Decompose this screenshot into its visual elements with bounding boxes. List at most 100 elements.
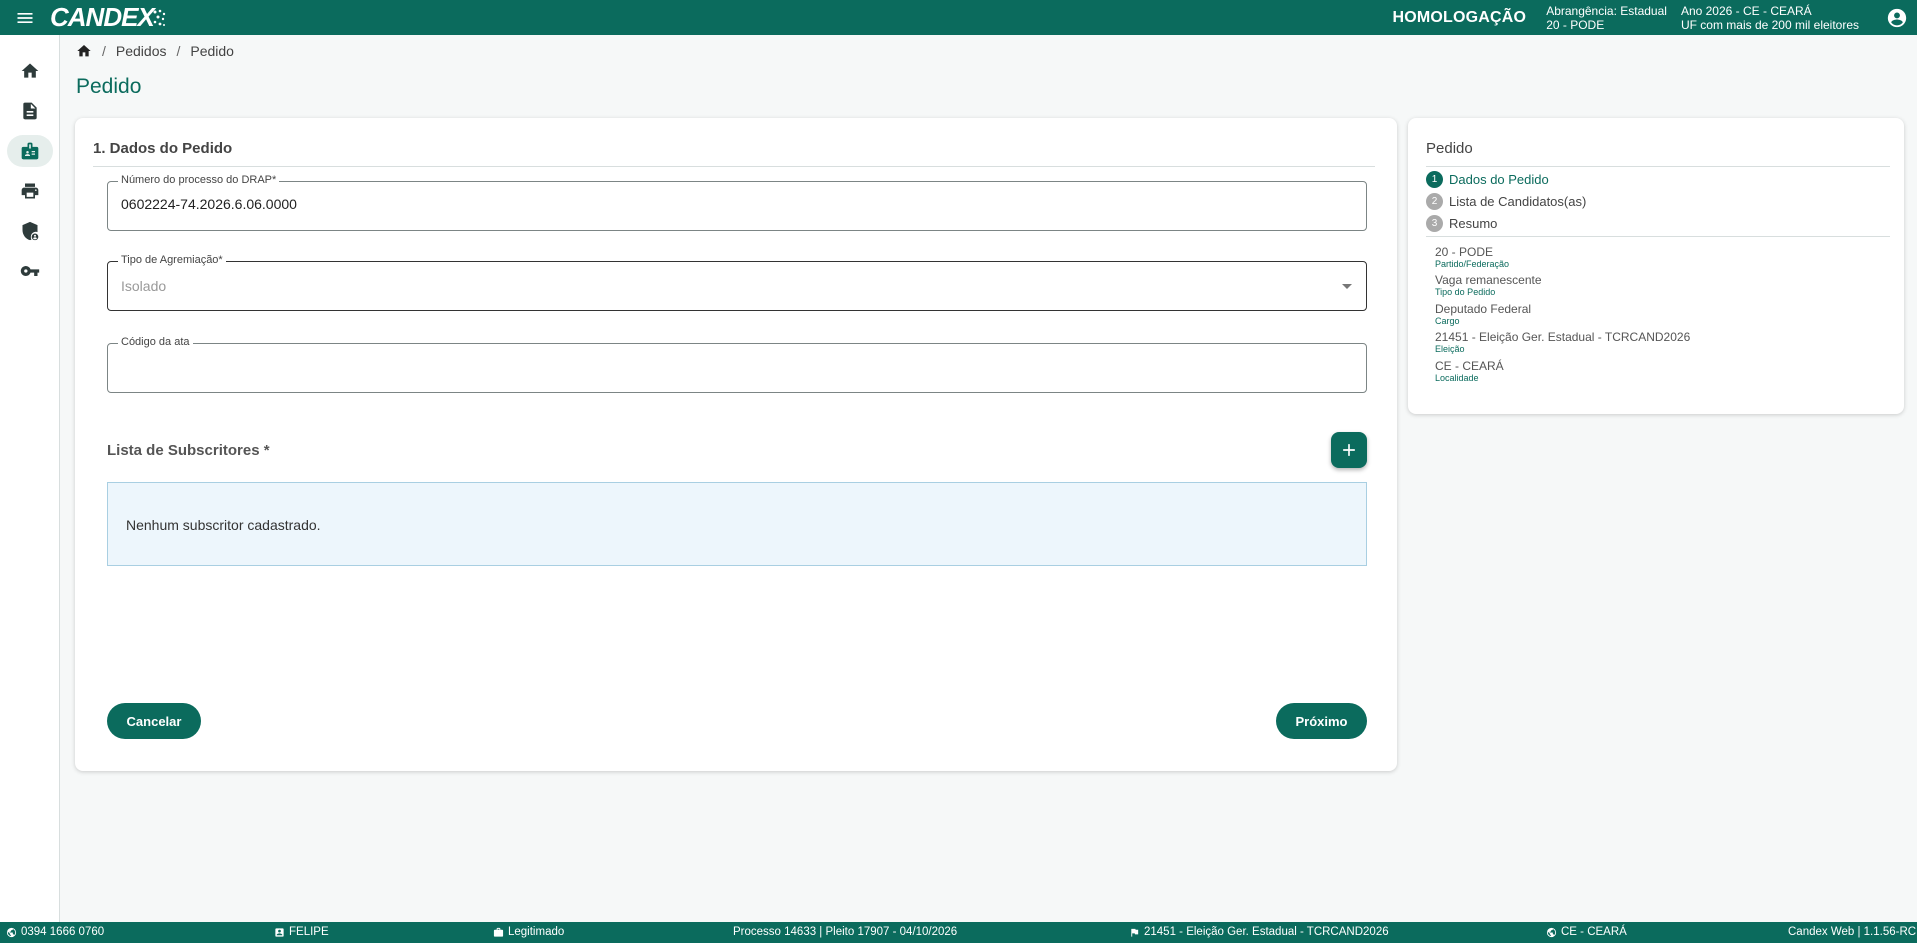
info-value: CE - CEARÁ — [1435, 359, 1504, 373]
flag-icon — [1131, 928, 1139, 937]
drap-input[interactable] — [121, 196, 1321, 212]
info-localidade: CE - CEARÁ Localidade — [1435, 359, 1504, 383]
globe-icon — [6, 927, 17, 937]
menu-button[interactable] — [0, 0, 50, 35]
abrangencia-info: Abrangência: Estadual 20 - PODE — [1546, 4, 1667, 32]
plus-icon — [1343, 444, 1355, 456]
pedido-form-card: 1. Dados do Pedido Número do processo do… — [75, 118, 1397, 771]
user-badge-icon — [275, 927, 284, 937]
info-key: Tipo do Pedido — [1435, 287, 1496, 297]
footer-phone: 0394 1666 0760 — [6, 926, 104, 938]
empty-message-text: Nenhum subscritor cadastrado. — [126, 517, 321, 533]
home-icon — [21, 63, 39, 78]
footer-eleicao: 21451 - Eleição Ger. Estadual - TCRCAND2… — [1129, 926, 1389, 938]
footer-user: FELIPE — [274, 926, 329, 938]
subscritores-empty-message: Nenhum subscritor cadastrado. — [107, 482, 1367, 566]
home-icon[interactable] — [76, 43, 92, 59]
footer-phone-text: 0394 1666 0760 — [21, 926, 105, 938]
footer-role-text: Legitimado — [508, 926, 565, 938]
document-icon — [23, 102, 37, 120]
info-key: Localidade — [1435, 373, 1479, 383]
tipo-agremiacao-select[interactable]: Tipo de Agremiação* Isolado — [107, 254, 1367, 311]
candex-logo[interactable]: CANDEX — [50, 2, 166, 33]
breadcrumb-pedidos[interactable]: Pedidos — [116, 43, 167, 59]
logo-text: CANDEX — [50, 2, 155, 32]
divider — [1426, 166, 1890, 167]
info-key: Cargo — [1435, 316, 1460, 326]
uf-line: UF com mais de 200 mil eleitores — [1680, 17, 1859, 32]
codigo-ata-field: Código da ata — [107, 336, 1367, 393]
logo-dots-icon — [153, 9, 165, 26]
divider — [1426, 236, 1890, 237]
cancel-button[interactable]: Cancelar — [107, 703, 201, 739]
drap-field: Número do processo do DRAP* — [107, 174, 1367, 231]
environment-label: HOMOLOGAÇÃO — [1392, 8, 1527, 26]
breadcrumb-current: Pedido — [190, 43, 234, 59]
info-cargo: Deputado Federal Cargo — [1435, 302, 1531, 326]
step-resumo[interactable]: 3 Resumo — [1426, 215, 1497, 232]
pedido-summary-card: Pedido 1 Dados do Pedido 2 Lista de Cand… — [1408, 118, 1904, 414]
info-key: Partido/Federação — [1435, 259, 1510, 269]
account-button[interactable] — [1877, 0, 1917, 35]
id-badge-icon — [21, 142, 39, 160]
footer-processo: Processo 14633 | Pleito 17907 - 04/10/20… — [733, 926, 957, 938]
footer-processo-text: Processo 14633 | Pleito 17907 - 04/10/20… — [733, 926, 958, 938]
breadcrumb-separator: / — [102, 43, 106, 59]
codigo-ata-input[interactable] — [121, 358, 1321, 374]
info-tipo-pedido: Vaga remanescente Tipo do Pedido — [1435, 273, 1542, 297]
shield-icon — [22, 221, 39, 241]
step-lista-candidatos[interactable]: 2 Lista de Candidatos(as) — [1426, 193, 1586, 210]
sidebar-item-pedidos[interactable] — [7, 135, 53, 167]
tipo-label: Tipo de Agremiação* — [118, 254, 226, 266]
info-value: Deputado Federal — [1435, 302, 1532, 316]
footer-local: CE - CEARÁ — [1546, 926, 1627, 938]
top-bar: CANDEX HOMOLOGAÇÃO Abrangência: Estadual… — [0, 0, 1917, 35]
key-icon — [20, 266, 40, 276]
drap-label: Número do processo do DRAP* — [118, 174, 280, 186]
section-title: 1. Dados do Pedido — [93, 140, 233, 157]
globe-icon — [1546, 927, 1557, 937]
footer-role: Legitimado — [493, 926, 564, 938]
breadcrumb-separator: / — [176, 43, 181, 59]
account-circle-icon — [1887, 8, 1907, 27]
subscritores-title: Lista de Subscritores * — [107, 442, 270, 459]
sidebar-item-security[interactable] — [7, 215, 53, 247]
step-number: 2 — [1426, 193, 1443, 210]
abrangencia-party: 20 - PODE — [1546, 17, 1605, 32]
sidebar-item-print[interactable] — [7, 175, 53, 207]
footer-user-text: FELIPE — [289, 926, 329, 938]
info-value: Vaga remanescente — [1435, 273, 1542, 287]
step-number: 3 — [1426, 215, 1443, 232]
info-eleicao: 21451 - Eleição Ger. Estadual - TCRCAND2… — [1435, 330, 1690, 354]
next-button[interactable]: Próximo — [1276, 703, 1367, 739]
step-label: Dados do Pedido — [1449, 172, 1549, 187]
sidebar-item-home[interactable] — [7, 55, 53, 87]
tipo-value: Isolado — [121, 278, 167, 294]
step-dados-pedido[interactable]: 1 Dados do Pedido — [1426, 171, 1549, 188]
info-value: 21451 - Eleição Ger. Estadual - TCRCAND2… — [1435, 330, 1691, 344]
briefcase-icon — [493, 927, 504, 937]
ano-line: Ano 2026 - CE - CEARÁ — [1680, 3, 1812, 18]
summary-title: Pedido — [1426, 140, 1473, 157]
ano-info: Ano 2026 - CE - CEARÁ UF com mais de 200… — [1681, 4, 1859, 32]
abrangencia-line: Abrangência: Estadual — [1546, 3, 1667, 18]
breadcrumb: / Pedidos / Pedido — [76, 43, 234, 59]
footer-eleicao-text: 21451 - Eleição Ger. Estadual - TCRCAND2… — [1144, 926, 1389, 938]
footer-version-text: Candex Web | 1.1.56-RC — [1788, 926, 1917, 938]
sidebar-item-documents[interactable] — [7, 95, 53, 127]
sidebar-item-access[interactable] — [7, 255, 53, 287]
sidebar — [0, 35, 60, 922]
menu-icon — [17, 12, 33, 23]
info-partido: 20 - PODE Partido/Federação — [1435, 245, 1509, 269]
printer-icon — [21, 183, 39, 199]
dropdown-arrow-icon — [1342, 284, 1352, 289]
page-title: Pedido — [76, 75, 142, 98]
add-subscritor-button[interactable] — [1331, 432, 1367, 468]
codigo-label: Código da ata — [118, 336, 193, 348]
info-value: 20 - PODE — [1435, 245, 1494, 259]
step-label: Resumo — [1449, 216, 1498, 231]
step-label: Lista de Candidatos(as) — [1449, 194, 1587, 209]
step-number: 1 — [1426, 171, 1443, 188]
divider — [93, 166, 1375, 167]
footer-local-text: CE - CEARÁ — [1561, 926, 1627, 938]
